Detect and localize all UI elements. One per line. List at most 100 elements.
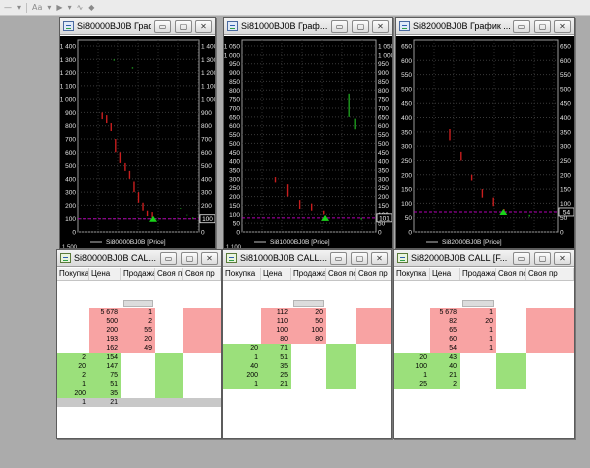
own-sell-cell[interactable] xyxy=(526,344,574,353)
maximize-button[interactable]: ▢ xyxy=(181,252,198,265)
own-sell-cell[interactable] xyxy=(526,317,574,326)
price-cell[interactable]: 80 xyxy=(261,335,291,344)
minimize-button[interactable]: ▭ xyxy=(330,252,347,265)
own-sell-cell[interactable] xyxy=(356,344,391,353)
buy-cell[interactable] xyxy=(223,335,261,344)
price-cell[interactable]: 500 xyxy=(89,317,121,326)
last-trade-row[interactable]: 1 21 xyxy=(57,398,221,407)
own-buy-cell[interactable] xyxy=(326,344,356,353)
column-header-own-sell[interactable]: Своя пр xyxy=(526,268,574,280)
price-cell[interactable]: 2 xyxy=(430,380,460,389)
own-buy-cell[interactable] xyxy=(496,326,526,335)
sell-cell[interactable]: 20 xyxy=(121,335,155,344)
column-header-price[interactable]: Цена xyxy=(261,268,291,280)
minimize-button[interactable]: ▭ xyxy=(513,252,530,265)
own-sell-cell[interactable] xyxy=(183,362,221,371)
own-buy-cell[interactable] xyxy=(326,380,356,389)
price-cell[interactable]: 112 xyxy=(261,308,291,317)
own-sell-cell[interactable] xyxy=(526,353,574,362)
column-header-sell[interactable]: Продажа xyxy=(121,268,155,280)
ask-row[interactable]: 100 100 xyxy=(223,326,391,335)
price-chart-svg[interactable]: 1 400 1 400 1 300 1 300 1 200 1 200 1 100 1 100… xyxy=(60,36,216,249)
sell-cell[interactable] xyxy=(460,371,496,380)
column-header-buy[interactable]: Покупка xyxy=(223,268,261,280)
sell-cell[interactable] xyxy=(291,371,326,380)
sell-cell[interactable] xyxy=(460,362,496,371)
own-sell-cell[interactable] xyxy=(183,371,221,380)
price-cell[interactable]: 51 xyxy=(89,380,121,389)
arrow-dropdown-icon[interactable]: ▾ xyxy=(68,1,72,15)
sell-cell[interactable]: 100 xyxy=(291,326,326,335)
orderbook-window-1[interactable]: Si80000BJ0B CAL... ▭ ▢ ✕ Покупка Цена Пр… xyxy=(56,249,222,439)
buy-cell[interactable] xyxy=(57,308,89,317)
own-sell-cell[interactable] xyxy=(183,344,221,353)
own-buy-cell[interactable] xyxy=(326,353,356,362)
line-dropdown-icon[interactable]: ▾ xyxy=(17,1,21,15)
close-button[interactable]: ✕ xyxy=(371,252,388,265)
line-tool-icon[interactable]: — xyxy=(4,1,12,15)
buy-cell[interactable]: 1 xyxy=(223,353,261,362)
buy-cell[interactable] xyxy=(57,317,89,326)
own-sell-cell[interactable] xyxy=(183,317,221,326)
own-sell-cell[interactable] xyxy=(356,335,391,344)
price-cell[interactable]: 21 xyxy=(261,380,291,389)
bid-row[interactable]: 2 154 xyxy=(57,353,221,362)
text-tool-icon[interactable]: Aa xyxy=(32,1,42,15)
buy-cell[interactable]: 1 xyxy=(223,380,261,389)
bid-row[interactable]: 200 35 xyxy=(57,389,221,398)
own-sell-cell[interactable] xyxy=(526,371,574,380)
own-sell-cell[interactable] xyxy=(183,308,221,317)
buy-cell[interactable] xyxy=(57,326,89,335)
bid-row[interactable]: 1 21 xyxy=(394,371,574,380)
sell-cell[interactable] xyxy=(291,344,326,353)
maximize-button[interactable]: ▢ xyxy=(175,20,192,33)
sell-cell[interactable] xyxy=(121,398,155,407)
own-buy-cell[interactable] xyxy=(155,308,183,317)
close-button[interactable]: ✕ xyxy=(201,252,218,265)
sell-cell[interactable] xyxy=(291,362,326,371)
own-buy-cell[interactable] xyxy=(326,326,356,335)
bid-row[interactable]: 1 51 xyxy=(223,353,391,362)
own-buy-cell[interactable] xyxy=(496,362,526,371)
chart-window-1[interactable]: Si80000BJ0B Граф... ▭ ▢ ✕ 1 400 1 400 1 30… xyxy=(59,17,216,249)
column-splitter[interactable] xyxy=(123,300,153,307)
buy-cell[interactable] xyxy=(223,317,261,326)
sell-cell[interactable] xyxy=(291,353,326,362)
maximize-button[interactable]: ▢ xyxy=(351,252,368,265)
sell-cell[interactable]: 1 xyxy=(460,344,496,353)
sell-cell[interactable] xyxy=(121,371,155,380)
sell-cell[interactable]: 1 xyxy=(121,308,155,317)
minimize-button[interactable]: ▭ xyxy=(160,252,177,265)
sell-cell[interactable] xyxy=(291,380,326,389)
ask-row[interactable]: 65 1 xyxy=(394,326,574,335)
table-body[interactable]: 112 20 110 50 100 100 80 80 20 71 1 51 40 35 200 25 1 21 xyxy=(223,281,391,438)
price-cell[interactable]: 35 xyxy=(261,362,291,371)
price-chart[interactable]: 650 650 600 600 550 550 500 500 450 450 400 400 350 3… xyxy=(396,36,574,248)
close-button[interactable]: ✕ xyxy=(554,20,571,33)
ask-row[interactable]: 5 678 1 xyxy=(394,308,574,317)
column-header-own-buy[interactable]: Своя по xyxy=(155,268,183,280)
own-sell-cell[interactable] xyxy=(526,326,574,335)
chart-window-2[interactable]: Si81000BJ0B Граф... ▭ ▢ ✕ 1 050 1 050 1 00… xyxy=(223,17,393,249)
own-sell-cell[interactable] xyxy=(526,380,574,389)
orderbook-table[interactable]: Покупка Цена Продажа Своя по Своя пр 112… xyxy=(223,268,391,438)
maximize-button[interactable]: ▢ xyxy=(534,252,551,265)
buy-cell[interactable]: 25 xyxy=(394,380,430,389)
price-chart[interactable]: 1 400 1 400 1 300 1 300 1 200 1 200 1 100 1 100… xyxy=(60,36,216,249)
own-sell-cell[interactable] xyxy=(356,308,391,317)
column-header-own-sell[interactable]: Своя пр xyxy=(183,268,221,280)
own-sell-cell[interactable] xyxy=(183,353,221,362)
column-header-buy[interactable]: Покупка xyxy=(57,268,89,280)
own-buy-cell[interactable] xyxy=(155,380,183,389)
price-cell[interactable]: 200 xyxy=(89,326,121,335)
price-cell[interactable]: 110 xyxy=(261,317,291,326)
close-button[interactable]: ✕ xyxy=(554,252,571,265)
sell-cell[interactable]: 49 xyxy=(121,344,155,353)
own-buy-cell[interactable] xyxy=(155,371,183,380)
buy-cell[interactable] xyxy=(223,326,261,335)
title-bar[interactable]: Si82000BJ0B CALL [F... ▭ ▢ ✕ xyxy=(394,250,574,267)
own-sell-cell[interactable] xyxy=(356,371,391,380)
minimize-button[interactable]: ▭ xyxy=(154,20,171,33)
price-cell[interactable]: 21 xyxy=(89,398,121,407)
own-sell-cell[interactable] xyxy=(183,326,221,335)
